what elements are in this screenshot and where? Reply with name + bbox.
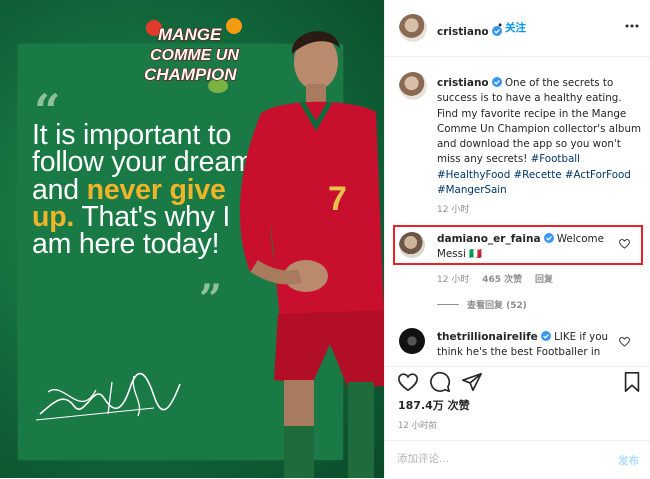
author-name-row: cristiano [437,20,502,39]
share-send-icon[interactable] [461,371,483,393]
verified-badge-icon [543,233,554,243]
author-username[interactable]: cristiano [437,26,489,38]
hashtag-football[interactable]: #Football [531,153,580,165]
add-comment-bar: 发布 [385,440,650,479]
caption-username[interactable]: cristiano [437,77,489,89]
post-actions: 187.4万 次赞 12 小时前 [385,366,650,439]
author-avatar[interactable] [399,14,427,42]
quote-close-mark: ” [199,276,223,323]
hashtag-mangersain[interactable]: #MangerSain [437,184,507,196]
italy-flag: 🇮🇹 [469,248,482,261]
caption-time[interactable]: 12 小时 [437,205,469,215]
likes-count[interactable]: 187.4万 次赞 [398,397,470,413]
comment-avatar[interactable] [399,328,425,354]
signature-graphic [35,372,181,421]
verified-badge-icon [540,331,551,341]
comment-body: damiano_er_faina Welcome Messi 🇮🇹 [437,232,615,263]
instagram-post-view: MANGE COMME UN CHAMPION “ It is importan… [0,0,650,478]
post-header: cristiano • 关注 [385,0,650,57]
comment-like-icon[interactable] [619,239,630,249]
caption: cristiano One of the secrets to success … [437,76,643,198]
comment-like-icon[interactable] [619,337,630,347]
post-sidebar: cristiano • 关注 cristiano One of the secr… [384,0,650,478]
caption-meta: 12 小时 [437,202,479,215]
post-image[interactable]: MANGE COMME UN CHAMPION “ It is importan… [0,0,384,478]
replies-line [437,304,459,305]
comment-username[interactable]: damiano_er_faina [437,233,541,245]
caption-avatar[interactable] [399,72,427,100]
add-comment-input[interactable] [397,453,577,465]
jersey-number: 7 [328,180,347,218]
reply-button[interactable]: 回复 [535,275,553,285]
hashtag-actforfood[interactable]: #ActForFood [565,169,631,181]
hashtag-recette[interactable]: #Recette [514,169,562,181]
save-bookmark-icon[interactable] [621,371,643,393]
dot-separator: • [497,20,504,32]
like-heart-icon[interactable] [397,371,419,393]
view-replies-button[interactable]: 查看回复 (52) [467,301,527,311]
comment-avatar[interactable] [399,232,425,258]
post-timestamp[interactable]: 12 小时前 [398,419,437,431]
comment-time[interactable]: 12 小时 [437,275,469,285]
comments-list[interactable]: cristiano One of the secrets to success … [385,56,650,366]
hashtag-healthyfood[interactable]: #HealthyFood [437,169,510,181]
follow-button[interactable]: 关注 [505,20,526,35]
comment-bubble-icon[interactable] [429,371,451,393]
comment-likes[interactable]: 465 次赞 [482,275,522,285]
comment-body: thetrillionairelife LIKE if you think he… [437,330,617,361]
view-replies-row[interactable]: 查看回复 (52) [437,298,537,311]
verified-badge-icon [491,77,502,87]
post-comment-button[interactable]: 发布 [618,453,639,468]
comment-username[interactable]: thetrillionairelife [437,331,538,343]
brand-line-1: MANGE [158,25,222,44]
player-figure: 7 [239,31,384,478]
comment-meta: 12 小时 465 次赞 回复 [437,272,563,285]
more-options-icon[interactable] [625,24,639,28]
